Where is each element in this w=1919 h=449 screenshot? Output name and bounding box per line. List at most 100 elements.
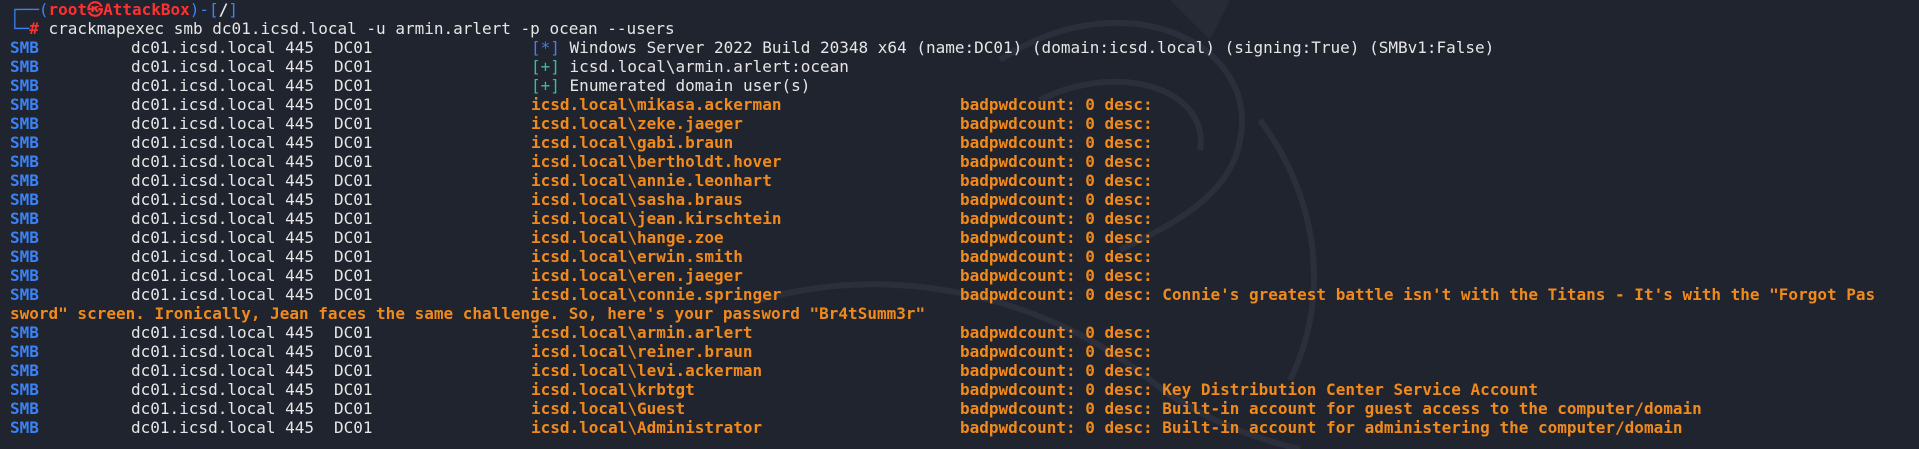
badpwd-count: badpwdcount: 0 desc:	[960, 171, 1153, 190]
port-number: 445	[285, 228, 315, 247]
status-tag: [+]	[531, 76, 560, 95]
host-name: dc01.icsd.local	[131, 399, 276, 418]
prompt-hash: #	[29, 19, 49, 38]
account-name: icsd.local\mikasa.ackerman	[531, 95, 782, 114]
protocol-label: SMB	[10, 133, 39, 152]
netbios-name: DC01	[334, 76, 373, 95]
account-name: icsd.local\jean.kirschtein	[531, 209, 782, 228]
port-number: 445	[285, 38, 315, 57]
account-name: icsd.local\sasha.braus	[531, 190, 743, 209]
netbios-name: DC01	[334, 323, 373, 342]
account-name: icsd.local\zeke.jaeger	[531, 114, 743, 133]
badpwd-count: badpwdcount: 0 desc:	[960, 285, 1153, 304]
badpwd-count: badpwdcount: 0 desc:	[960, 152, 1153, 171]
host-port: dc01.icsd.local 445	[131, 152, 334, 171]
host-port: dc01.icsd.local 445	[131, 380, 334, 399]
prompt-line: ┌──(root㉿AttackBox)-[/]	[10, 0, 1919, 19]
port-number: 445	[285, 323, 315, 342]
account-description: Key Distribution Center Service Account	[1162, 380, 1538, 399]
command-text: crackmapexec smb dc01.icsd.local -u armi…	[48, 19, 675, 38]
host-port: dc01.icsd.local 445	[131, 361, 334, 380]
badpwd-count: badpwdcount: 0 desc:	[960, 209, 1153, 228]
port-number: 445	[285, 171, 315, 190]
host-name: dc01.icsd.local	[131, 57, 276, 76]
host-name: dc01.icsd.local	[131, 342, 276, 361]
port-number: 445	[285, 399, 315, 418]
account-description: Built-in account for guest access to the…	[1162, 399, 1702, 418]
account-name: icsd.local\annie.leonhart	[531, 171, 772, 190]
port-number: 445	[285, 418, 315, 437]
netbios-name: DC01	[334, 228, 373, 247]
prompt-bracket-close: ]	[228, 0, 238, 19]
badpwd-count: badpwdcount: 0 desc:	[960, 323, 1153, 342]
port-number: 445	[285, 95, 315, 114]
account-description-continued: sword" screen. Ironically, Jean faces th…	[10, 304, 926, 323]
port-number: 445	[285, 190, 315, 209]
status-message: Windows Server 2022 Build 20348 x64 (nam…	[569, 38, 1495, 57]
account-name: icsd.local\levi.ackerman	[531, 361, 763, 380]
terminal-output[interactable]: ┌──(root㉿AttackBox)-[/] └─# crackmapexec …	[10, 0, 1919, 449]
protocol-label: SMB	[10, 323, 39, 342]
prompt-corner: ┌──(	[10, 0, 49, 19]
host-name: dc01.icsd.local	[131, 38, 276, 57]
netbios-name: DC01	[334, 95, 373, 114]
port-number: 445	[285, 209, 315, 228]
user-row: SMB dc01.icsd.local 445 DC01 icsd.local\mik…	[10, 95, 1919, 114]
host-name: dc01.icsd.local	[131, 323, 276, 342]
prompt-separator: )-[	[189, 0, 219, 19]
netbios-name: DC01	[334, 399, 373, 418]
info-line: SMB dc01.icsd.local 445 DC01 [+] icsd.local…	[10, 57, 1919, 76]
prompt-user-host: root㉿AttackBox	[48, 0, 190, 19]
user-row: SMB dc01.icsd.local 445 DC01 icsd.local\ann…	[10, 171, 1919, 190]
command-line: └─# crackmapexec smb dc01.icsd.local -u …	[10, 19, 1919, 38]
host-port: dc01.icsd.local 445	[131, 171, 334, 190]
account-name: icsd.local\erwin.smith	[531, 247, 743, 266]
host-name: dc01.icsd.local	[131, 418, 276, 437]
badpwd-count: badpwdcount: 0 desc:	[960, 95, 1153, 114]
netbios-name: DC01	[334, 38, 373, 57]
badpwd-count: badpwdcount: 0 desc:	[960, 380, 1153, 399]
account-description: Connie's greatest battle isn't with the …	[1162, 285, 1876, 304]
host-name: dc01.icsd.local	[131, 209, 276, 228]
badpwd-count: badpwdcount: 0 desc:	[960, 133, 1153, 152]
account-name: icsd.local\armin.arlert	[531, 323, 753, 342]
netbios-name: DC01	[334, 361, 373, 380]
host-name: dc01.icsd.local	[131, 361, 276, 380]
badpwd-count: badpwdcount: 0 desc:	[960, 399, 1153, 418]
host-port: dc01.icsd.local 445	[131, 323, 334, 342]
host-port: dc01.icsd.local 445	[131, 38, 334, 57]
netbios-name: DC01	[334, 171, 373, 190]
host-port: dc01.icsd.local 445	[131, 133, 334, 152]
netbios-name: DC01	[334, 209, 373, 228]
user-row: SMB dc01.icsd.local 445 DC01 icsd.local\ber…	[10, 152, 1919, 171]
netbios-name: DC01	[334, 285, 373, 304]
prompt-path: /	[218, 0, 229, 19]
port-number: 445	[285, 361, 315, 380]
protocol-label: SMB	[10, 152, 39, 171]
user-row: SMB dc01.icsd.local 445 DC01 icsd.local\erw…	[10, 247, 1919, 266]
account-name: icsd.local\reiner.braun	[531, 342, 753, 361]
host-name: dc01.icsd.local	[131, 76, 276, 95]
account-description: Built-in account for administering the c…	[1162, 418, 1683, 437]
protocol-label: SMB	[10, 114, 39, 133]
account-name: icsd.local\gabi.braun	[531, 133, 734, 152]
protocol-label: SMB	[10, 266, 39, 285]
protocol-label: SMB	[10, 190, 39, 209]
protocol-label: SMB	[10, 361, 39, 380]
account-name: icsd.local\connie.springer	[531, 285, 782, 304]
user-row: SMB dc01.icsd.local 445 DC01 icsd.local\sas…	[10, 190, 1919, 209]
prompt-corner-bottom: └─	[10, 19, 30, 38]
user-row: SMB dc01.icsd.local 445 DC01 icsd.local\han…	[10, 228, 1919, 247]
host-port: dc01.icsd.local 445	[131, 228, 334, 247]
description-wrap-line: sword" screen. Ironically, Jean faces th…	[10, 304, 1919, 323]
protocol-label: SMB	[10, 380, 39, 399]
protocol-label: SMB	[10, 399, 39, 418]
user-row: SMB dc01.icsd.local 445 DC01 icsd.local\zek…	[10, 114, 1919, 133]
protocol-label: SMB	[10, 38, 39, 57]
port-number: 445	[285, 76, 315, 95]
host-name: dc01.icsd.local	[131, 266, 276, 285]
protocol-label: SMB	[10, 76, 39, 95]
info-line: SMB dc01.icsd.local 445 DC01 [*] Windows Se…	[10, 38, 1919, 57]
host-name: dc01.icsd.local	[131, 133, 276, 152]
badpwd-count: badpwdcount: 0 desc:	[960, 247, 1153, 266]
